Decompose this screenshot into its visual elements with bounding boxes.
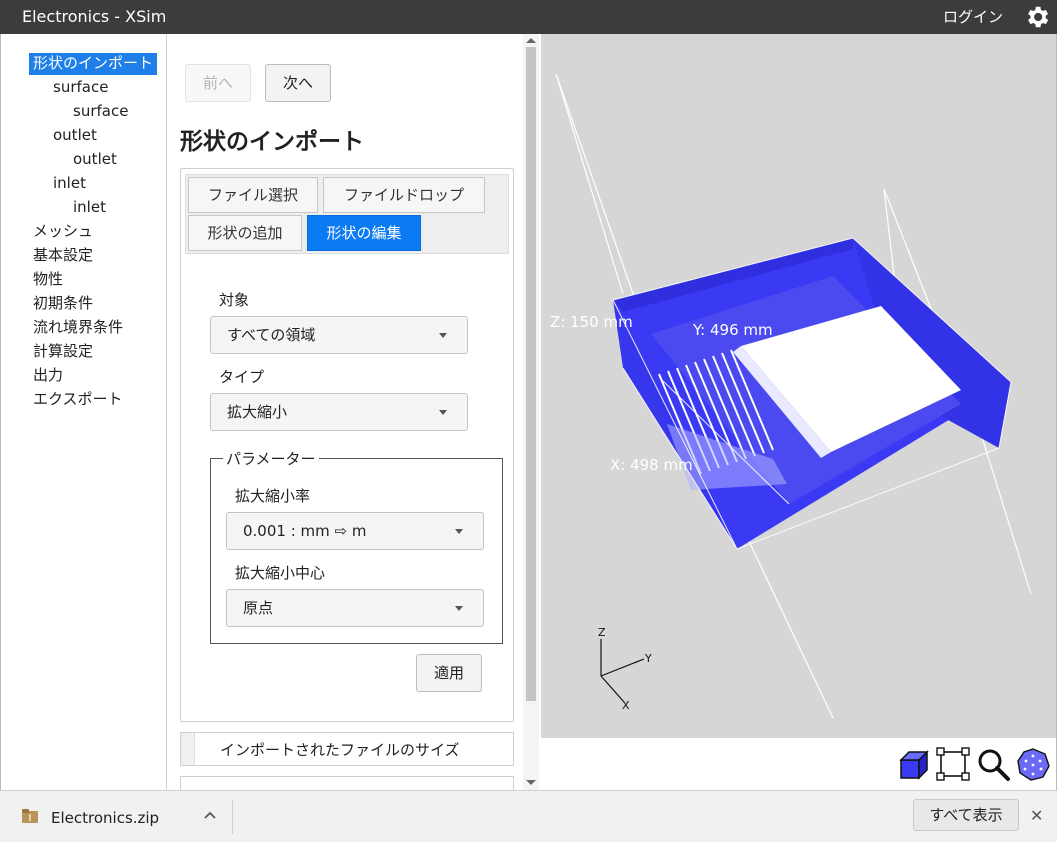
chevron-down-icon: [455, 606, 463, 611]
tab-file-drop[interactable]: ファイルドロップ: [323, 177, 485, 213]
scale-center-select[interactable]: 原点: [226, 589, 484, 627]
tree-item-inlet[interactable]: inlet: [53, 173, 86, 195]
type-label: タイプ: [219, 368, 265, 386]
scale-select[interactable]: 0.001 : mm ⇨ m: [226, 512, 484, 550]
window-title: Electronics - XSim: [22, 7, 167, 26]
step-tree: 形状のインポート surface surface outlet outlet i…: [1, 34, 167, 790]
imported-size-section[interactable]: インポートされたファイルのサイズ: [180, 732, 514, 766]
tree-item-output[interactable]: 出力: [33, 365, 63, 387]
viewport-toolbar: [541, 738, 1056, 790]
tree-item-mesh[interactable]: メッシュ: [33, 221, 93, 243]
tree-item-export[interactable]: エクスポート: [33, 389, 123, 411]
axis-z-label: Z: [598, 626, 606, 639]
search-zoom-icon[interactable]: [975, 746, 1011, 782]
imported-size-title: インポートされたファイルのサイズ: [220, 741, 460, 759]
target-select[interactable]: すべての領域: [210, 316, 468, 354]
apply-button[interactable]: 適用: [416, 654, 482, 692]
scale-center-label: 拡大縮小中心: [235, 564, 326, 582]
scale-select-value: 0.001 : mm ⇨ m: [243, 522, 367, 540]
gear-icon[interactable]: [1023, 3, 1051, 31]
tab-container: ファイル選択 ファイルドロップ 形状の追加 形状の編集 対象 すべての領域 タイ…: [180, 168, 514, 722]
close-icon[interactable]: ✕: [1030, 806, 1043, 825]
settings-panel: 前へ 次へ 形状のインポート ファイル選択 ファイルドロップ 形状の追加 形状の…: [167, 34, 523, 790]
chevron-down-icon: [439, 333, 447, 338]
tab-add-shape[interactable]: 形状の追加: [188, 215, 302, 251]
axis-x-label: X: [622, 699, 630, 712]
tree-item-surface-child[interactable]: surface: [73, 101, 128, 123]
scale-label: 拡大縮小率: [235, 487, 311, 505]
viewport-canvas[interactable]: Z: 150 mm Y: 496 mm X: 498 mm Z Y X: [541, 34, 1056, 738]
show-all-button[interactable]: すべて表示: [913, 799, 1019, 831]
chevron-up-icon[interactable]: [203, 809, 217, 823]
type-select-value: 拡大縮小: [227, 403, 288, 421]
target-select-value: すべての領域: [227, 326, 316, 344]
tree-item-outlet-child[interactable]: outlet: [73, 149, 117, 171]
divider: [232, 800, 233, 834]
tab-file-select[interactable]: ファイル選択: [188, 177, 318, 213]
cube-view-icon[interactable]: [895, 746, 931, 782]
3d-viewport[interactable]: Z: 150 mm Y: 496 mm X: 498 mm Z Y X: [541, 34, 1056, 738]
tree-item-inlet-child[interactable]: inlet: [73, 197, 106, 219]
title-bar: Electronics - XSim ログイン: [0, 0, 1057, 34]
tree-item-basic-settings[interactable]: 基本設定: [33, 245, 93, 267]
tree-item-outlet[interactable]: outlet: [53, 125, 97, 147]
tree-item-surface[interactable]: surface: [53, 77, 108, 99]
tree-item-calc-settings[interactable]: 計算設定: [33, 341, 93, 363]
prev-button[interactable]: 前へ: [185, 64, 251, 102]
page-title: 形状のインポート: [180, 129, 364, 155]
tree-item-shape-import[interactable]: 形状のインポート: [29, 53, 158, 75]
download-file-name[interactable]: Electronics.zip: [51, 809, 159, 827]
zip-file-icon: [22, 809, 38, 823]
tree-item-flow-boundary[interactable]: 流れ境界条件: [33, 317, 123, 339]
downloads-bar: Electronics.zip すべて表示 ✕: [0, 790, 1057, 842]
next-button[interactable]: 次へ: [265, 64, 331, 102]
axis-gizmo: [600, 639, 645, 703]
mesh-sphere-icon[interactable]: [1015, 746, 1051, 782]
scroll-down-icon[interactable]: [526, 780, 536, 785]
parameter-legend: パラメーター: [223, 448, 319, 469]
tree-item-initial-conditions[interactable]: 初期条件: [33, 293, 93, 315]
fit-frame-icon[interactable]: [935, 746, 971, 782]
chevron-down-icon: [439, 410, 447, 415]
scale-center-select-value: 原点: [243, 599, 274, 617]
type-select[interactable]: 拡大縮小: [210, 393, 468, 431]
target-label: 対象: [219, 291, 250, 309]
collapsed-section[interactable]: [180, 776, 514, 790]
scroll-up-icon[interactable]: [526, 38, 536, 43]
login-link[interactable]: ログイン: [943, 6, 1003, 27]
scrollbar-thumb[interactable]: [526, 47, 536, 701]
tab-strip: ファイル選択 ファイルドロップ 形状の追加 形状の編集: [185, 174, 509, 254]
shape-box: [612, 237, 1012, 550]
axis-y-label: Y: [644, 652, 652, 665]
dimension-x: X: 498 mm: [610, 456, 693, 474]
tree-item-properties[interactable]: 物性: [33, 269, 63, 291]
chevron-down-icon: [455, 529, 463, 534]
dimension-z: Z: 150 mm: [550, 313, 633, 331]
dimension-y: Y: 496 mm: [692, 321, 773, 339]
tab-edit-shape[interactable]: 形状の編集: [307, 215, 421, 251]
